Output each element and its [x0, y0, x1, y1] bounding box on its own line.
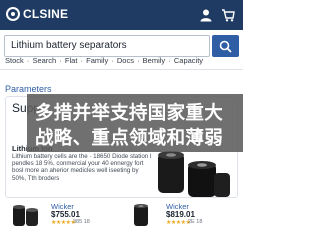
review-count: 2E 18 [188, 219, 203, 225]
rating-stars-icon: ★★★★★ [51, 220, 76, 226]
filter-flat[interactable]: Flat [65, 56, 78, 65]
caption-overlay: 多措并举支持国家重大 战略、重点领域和薄弱 [27, 94, 243, 152]
filter-separator: · [59, 56, 62, 65]
filter-docs[interactable]: Docs [117, 56, 134, 65]
filter-family[interactable]: Family [86, 56, 108, 65]
caption-line-1: 多措并举支持国家重大 [35, 103, 224, 124]
filter-search[interactable]: Search [32, 56, 56, 65]
product-price: $819.01 [166, 210, 195, 219]
filter-links: Stock · Search · Flat · Family · Docs · … [5, 56, 204, 65]
product-tile[interactable]: Wicker $755.01 ★★★★★ 385 18 [11, 200, 115, 240]
filter-bemily[interactable]: Bemily [143, 56, 166, 65]
logo-text[interactable]: CLSINE [23, 7, 68, 21]
search-button[interactable] [212, 35, 239, 57]
filter-separator: · [26, 56, 30, 65]
battery-cells-image [158, 151, 230, 197]
product-tile[interactable]: Wicker $819.01 ★★★★★ 2E 18 [126, 200, 238, 240]
rating-stars-icon: ★★★★★ [166, 220, 191, 226]
search-icon [219, 40, 232, 53]
filter-separator: · [80, 56, 84, 65]
filter-stock[interactable]: Stock [5, 56, 24, 65]
battery-thumbnail [134, 204, 148, 226]
cart-icon[interactable] [221, 8, 235, 22]
search-input-value: Lithium battery separators [11, 40, 127, 51]
caption-line-2: 战略、重点领域和薄弱 [35, 128, 224, 149]
filter-separator: · [111, 56, 114, 65]
filter-capacity[interactable]: Capacity [174, 56, 203, 65]
search-input[interactable]: Lithium battery separators [4, 35, 210, 57]
featured-description: Lithium battery cells are the · 18650 Di… [12, 153, 152, 182]
filter-separator: · [137, 56, 140, 65]
review-count: 385 18 [73, 219, 90, 225]
product-price: $755.01 [51, 210, 80, 219]
filter-separator: · [168, 56, 171, 65]
logo-ring-icon[interactable] [6, 7, 20, 21]
top-navigation-bar: CLSINE [0, 0, 243, 30]
battery-thumbnail [13, 205, 38, 226]
divider [0, 69, 243, 70]
section-label[interactable]: Parameters [5, 84, 52, 94]
user-icon[interactable] [199, 8, 213, 22]
